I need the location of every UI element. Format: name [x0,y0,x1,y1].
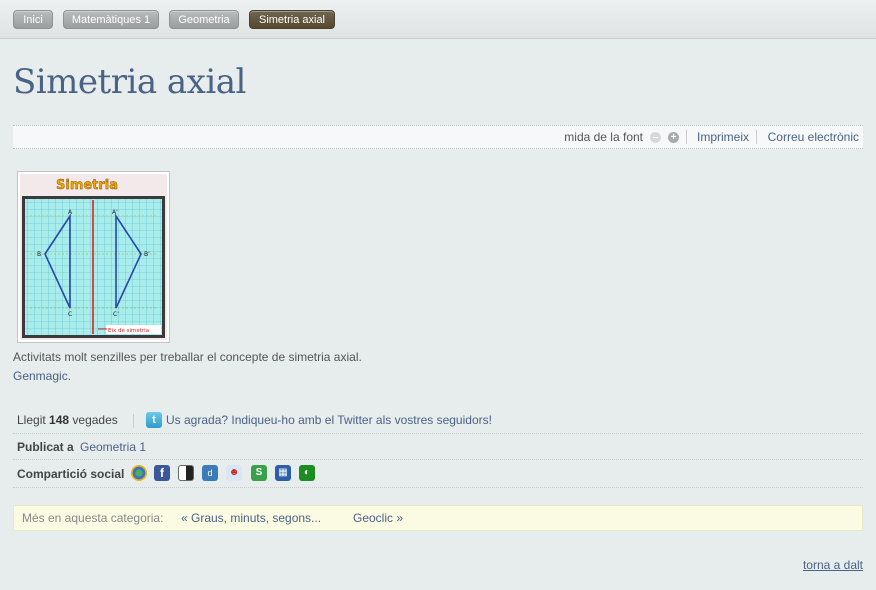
breadcrumb-item-inici[interactable]: Inici [13,10,53,29]
font-size-label: mida de la font [564,130,643,144]
back-to-top-link[interactable]: torna a dalt [803,558,863,572]
font-decrease-icon[interactable]: – [650,132,661,143]
next-article-link[interactable]: Geoclic » [353,506,403,530]
digg-icon[interactable]: d [202,465,218,481]
diagram-label: C [68,311,72,318]
email-link[interactable]: Correu electrònic [768,126,859,148]
social-share-row: Compartició social f d ☻ S ▦ ◐ [13,460,863,488]
stumbleupon-icon[interactable]: S [251,465,267,481]
category-navigation: Més en aquesta categoria: « Graus, minut… [13,505,863,531]
myspace-icon[interactable]: ▦ [275,465,291,481]
technorati-icon[interactable]: ◐ [299,465,315,481]
read-count-value: 148 [49,413,70,427]
navigation-label: Més en aquesta categoria: [22,511,164,525]
page-title: Simetria axial [13,62,246,102]
print-link[interactable]: Imprimeix [697,126,749,148]
diagram-label: A' [112,209,118,216]
axis-label: Eix de simetria [108,328,149,334]
read-count-row: Llegit 148 vegades t Us agrada? Indiqueu… [13,407,863,434]
twitter-share-link[interactable]: Us agrada? Indiqueu-ho amb el Twitter al… [166,413,492,427]
font-increase-icon[interactable]: + [668,132,679,143]
google-buzz-icon[interactable] [131,465,147,481]
delicious-icon[interactable] [178,465,194,481]
diagram-label: C' [113,311,119,318]
read-suffix: vegades [72,413,118,427]
previous-article-link[interactable]: « Graus, minuts, segons... [181,506,321,530]
article-tools-bar: mida de la font – + Imprimeix Correu ele… [13,125,863,149]
published-label: Publicat a [17,440,74,454]
diagram-label: B [37,251,41,258]
breadcrumb: Inici Matemàtiques 1 Geometria Simetria … [0,0,876,39]
breadcrumb-item-current: Simetria axial [249,10,335,29]
reddit-icon[interactable]: ☻ [226,465,242,481]
read-prefix: Llegit [17,413,46,427]
symmetry-diagram: Simetria A A' B B' C C' Eix de simetria [20,174,167,340]
article-description: Activitats molt senzilles per treballar … [13,350,362,364]
article-image[interactable]: Simetria A A' B B' C C' Eix de simetria [17,171,170,343]
divider [756,130,757,144]
divider [686,130,687,144]
published-row: Publicat a Geometria 1 [13,434,863,460]
diagram-heading: Simetria [56,178,118,193]
divider [133,414,134,428]
social-label: Compartició social [17,467,125,481]
facebook-icon[interactable]: f [154,465,170,481]
twitter-icon[interactable]: t [146,412,162,428]
read-count: Llegit 148 vegades [17,413,118,427]
diagram-label: B' [144,251,150,258]
breadcrumb-item-geometria[interactable]: Geometria [169,10,239,29]
source-link[interactable]: Genmagic. [13,369,71,383]
published-category-link[interactable]: Geometria 1 [80,440,146,454]
breadcrumb-item-matematiques[interactable]: Matemàtiques 1 [63,10,159,29]
